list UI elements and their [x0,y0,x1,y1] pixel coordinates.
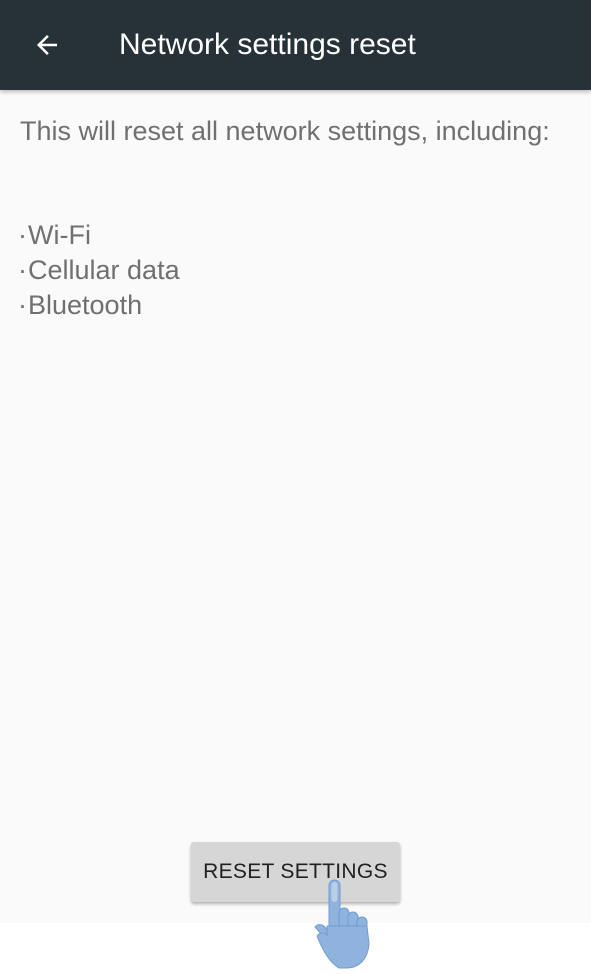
reset-settings-button[interactable]: RESET SETTINGS [191,842,400,902]
network-list: Wi-Fi Cellular data Bluetooth [18,218,180,323]
page-title: Network settings reset [119,28,416,61]
list-item-cellular-data: Cellular data [18,253,180,288]
list-item-wifi: Wi-Fi [18,218,180,253]
bottom-area [0,923,591,974]
app-bar: Network settings reset [0,0,591,90]
list-item-bluetooth: Bluetooth [18,288,180,323]
arrow-left-icon [37,35,57,55]
content-area: This will reset all network settings, in… [0,90,591,923]
back-button[interactable] [22,20,72,70]
reset-description: This will reset all network settings, in… [20,116,550,146]
